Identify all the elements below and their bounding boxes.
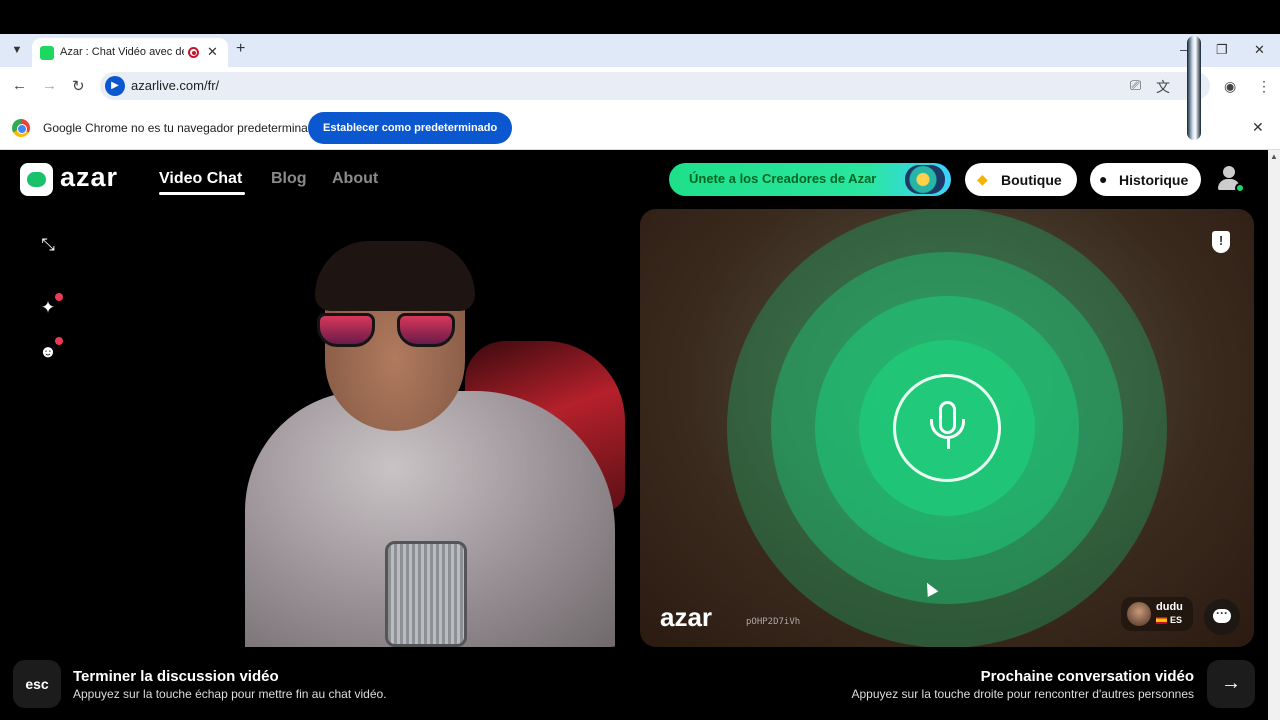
screen-top-bar xyxy=(0,0,1280,34)
emoji-icon[interactable]: ☻ xyxy=(37,341,59,363)
azar-watermark: azar xyxy=(660,602,713,632)
menu-dots-icon[interactable]: ⋮ xyxy=(1257,78,1271,95)
mic-stem xyxy=(947,439,950,449)
minimize-screen-icon[interactable]: ⤡ xyxy=(37,234,59,256)
right-lens xyxy=(397,313,455,347)
sunglasses xyxy=(317,313,457,349)
page-scrollbar[interactable]: ▲ xyxy=(1268,150,1280,720)
nav-about[interactable]: About xyxy=(332,170,378,188)
forward-arrow-icon[interactable]: → xyxy=(42,77,57,94)
profile-icon[interactable]: ◉ xyxy=(1224,78,1236,95)
emoji-notification-dot xyxy=(55,337,63,345)
azar-logo-text[interactable]: azar xyxy=(60,162,118,193)
browser-tab[interactable]: Azar : Chat Vidéo avec de n ✕ xyxy=(32,38,228,67)
report-shield-icon[interactable]: ! xyxy=(1212,231,1230,253)
browser-toolbar: ← → ↻ ▶ azarlive.com/fr/ ⎚ 文 ◉ ⋮ xyxy=(0,67,1280,105)
recording-icon xyxy=(188,47,199,58)
microphone-icon xyxy=(893,374,1001,482)
creators-button[interactable]: Únete a los Creadores de Azar xyxy=(669,163,951,196)
decorative-feather-overlay xyxy=(1187,36,1201,140)
cast-icon[interactable]: ⎚ xyxy=(1130,77,1141,94)
chat-button[interactable] xyxy=(1204,599,1240,635)
infobar-message: Google Chrome no es tu navegador predete… xyxy=(43,121,322,135)
new-tab-button[interactable]: + xyxy=(236,40,245,58)
tab-list-chevron-down-icon[interactable]: ▼ xyxy=(8,41,26,59)
close-window-button[interactable]: ✕ xyxy=(1254,42,1265,58)
azar-logo-icon[interactable] xyxy=(20,163,53,196)
remote-video-panel: ! azar pOHP2D7iVh dudu ES xyxy=(640,209,1254,647)
url-text[interactable]: azarlive.com/fr/ xyxy=(131,78,219,93)
studio-microphone xyxy=(385,541,467,647)
infobar-close-icon[interactable]: ✕ xyxy=(1252,119,1264,136)
next-arrow-button[interactable]: → xyxy=(1207,660,1255,708)
azar-favicon-icon xyxy=(40,46,54,60)
azar-app: azar Video Chat Blog About Únete a los C… xyxy=(0,150,1280,720)
spain-flag-icon xyxy=(1156,617,1167,624)
end-chat-title: Terminer la discussion vidéo xyxy=(73,668,279,685)
chat-bubble-icon xyxy=(1213,606,1231,623)
clock-icon: ● xyxy=(1099,171,1108,187)
default-browser-infobar: Google Chrome no es tu navegador predete… xyxy=(0,105,1280,150)
history-label: Historique xyxy=(1119,172,1189,188)
restore-button[interactable]: ❐ xyxy=(1216,42,1228,58)
partner-name: dudu xyxy=(1156,601,1183,613)
tab-close-icon[interactable]: ✕ xyxy=(207,44,218,60)
mic-cup xyxy=(930,419,965,439)
hair xyxy=(315,241,475,311)
partner-avatar xyxy=(1127,602,1151,626)
tab-strip: ▼ Azar : Chat Vidéo avec de n ✕ + – ❐ ✕ xyxy=(0,34,1280,67)
next-chat-title: Prochaine conversation vidéo xyxy=(980,668,1194,685)
boutique-label: Boutique xyxy=(1001,172,1062,188)
nav-active-underline xyxy=(159,192,245,195)
esc-key-button[interactable]: esc xyxy=(13,660,61,708)
effects-sparkle-icon[interactable]: ✦ xyxy=(37,297,59,319)
nav-blog[interactable]: Blog xyxy=(271,170,307,188)
nav-video-chat[interactable]: Video Chat xyxy=(159,170,242,188)
online-status-dot xyxy=(1235,183,1245,193)
watermark-code: pOHP2D7iVh xyxy=(746,617,801,627)
local-camera-feed xyxy=(235,241,625,647)
diamond-icon: ◆ xyxy=(977,171,988,187)
address-bar[interactable]: ▶ azarlive.com/fr/ ⎚ 文 xyxy=(100,72,1210,100)
creators-label: Únete a los Creadores de Azar xyxy=(689,171,877,186)
partner-info-chip[interactable]: dudu ES xyxy=(1121,597,1193,631)
creators-art-icon xyxy=(905,165,945,194)
set-default-button[interactable]: Establecer como predeterminado xyxy=(308,112,513,144)
left-lens xyxy=(317,313,375,347)
avatar-head xyxy=(1223,166,1235,178)
reload-icon[interactable]: ↻ xyxy=(72,77,85,95)
end-chat-description: Appuyez sur la touche échap pour mettre … xyxy=(73,687,387,701)
scroll-up-icon[interactable]: ▲ xyxy=(1270,152,1278,161)
tab-title: Azar : Chat Vidéo avec de n xyxy=(60,46,184,58)
site-camera-icon[interactable]: ▶ xyxy=(105,76,125,96)
chrome-logo-icon xyxy=(12,119,30,137)
user-avatar-button[interactable] xyxy=(1215,163,1245,193)
effects-notification-dot xyxy=(55,293,63,301)
translate-icon[interactable]: 文 xyxy=(1156,77,1170,97)
boutique-button[interactable]: ◆ Boutique xyxy=(965,163,1077,196)
next-chat-description: Appuyez sur la touche droite pour rencon… xyxy=(851,687,1195,701)
partner-language: ES xyxy=(1170,615,1183,625)
history-button[interactable]: ● Historique xyxy=(1090,163,1201,196)
local-video-panel: ⤡ ✦ ☻ xyxy=(13,209,627,647)
back-arrow-icon[interactable]: ← xyxy=(12,77,27,94)
